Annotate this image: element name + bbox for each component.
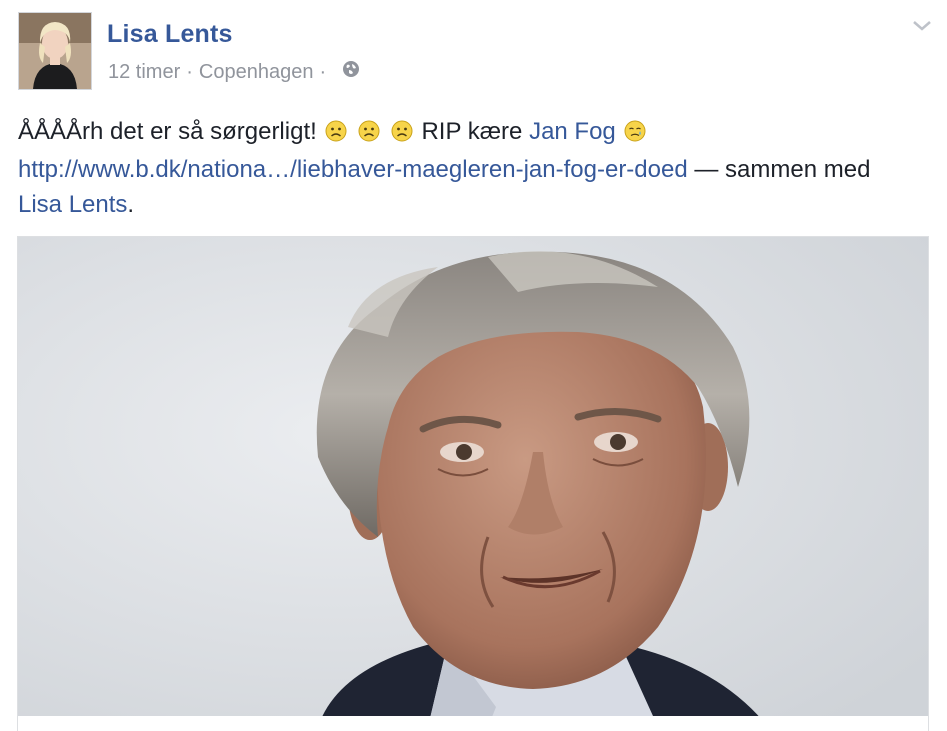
post-location[interactable]: Copenhagen	[199, 61, 314, 84]
sad-face-emoji-3	[391, 117, 413, 152]
crying-face-emoji	[624, 117, 646, 152]
post-message: ÅÅÅÅrh det er så sørgerligt! RIP kære Ja…	[18, 114, 918, 222]
meta-separator: ·	[186, 60, 193, 83]
globe-icon[interactable]	[342, 60, 360, 84]
sad-face-emoji-2	[358, 117, 380, 152]
message-rip: RIP kære	[421, 118, 523, 145]
link-preview-card[interactable]	[17, 236, 929, 726]
chevron-down-icon[interactable]	[911, 18, 933, 39]
message-intro: ÅÅÅÅrh det er så sørgerligt!	[18, 118, 317, 145]
article-url-link[interactable]: http://www.b.dk/nationa…/liebhaver-maegl…	[18, 156, 688, 183]
author-name-link[interactable]: Lisa Lents	[107, 20, 233, 49]
with-person-link[interactable]: Lisa Lents	[18, 191, 127, 218]
meta-separator-2: ·	[319, 60, 327, 83]
with-text: — sammen med	[694, 156, 871, 183]
link-card-footer[interactable]	[17, 716, 929, 731]
tagged-person-link[interactable]: Jan Fog	[529, 118, 616, 145]
link-preview-image	[18, 237, 928, 726]
with-end: .	[127, 191, 135, 218]
post-meta: 12 timer · Copenhagen ·	[108, 60, 360, 84]
facebook-post: Lisa Lents 12 timer · Copenhagen · ÅÅÅÅr…	[0, 0, 947, 731]
author-avatar[interactable]	[18, 12, 92, 90]
post-timestamp[interactable]: 12 timer	[108, 61, 180, 84]
sad-face-emoji	[325, 117, 347, 152]
